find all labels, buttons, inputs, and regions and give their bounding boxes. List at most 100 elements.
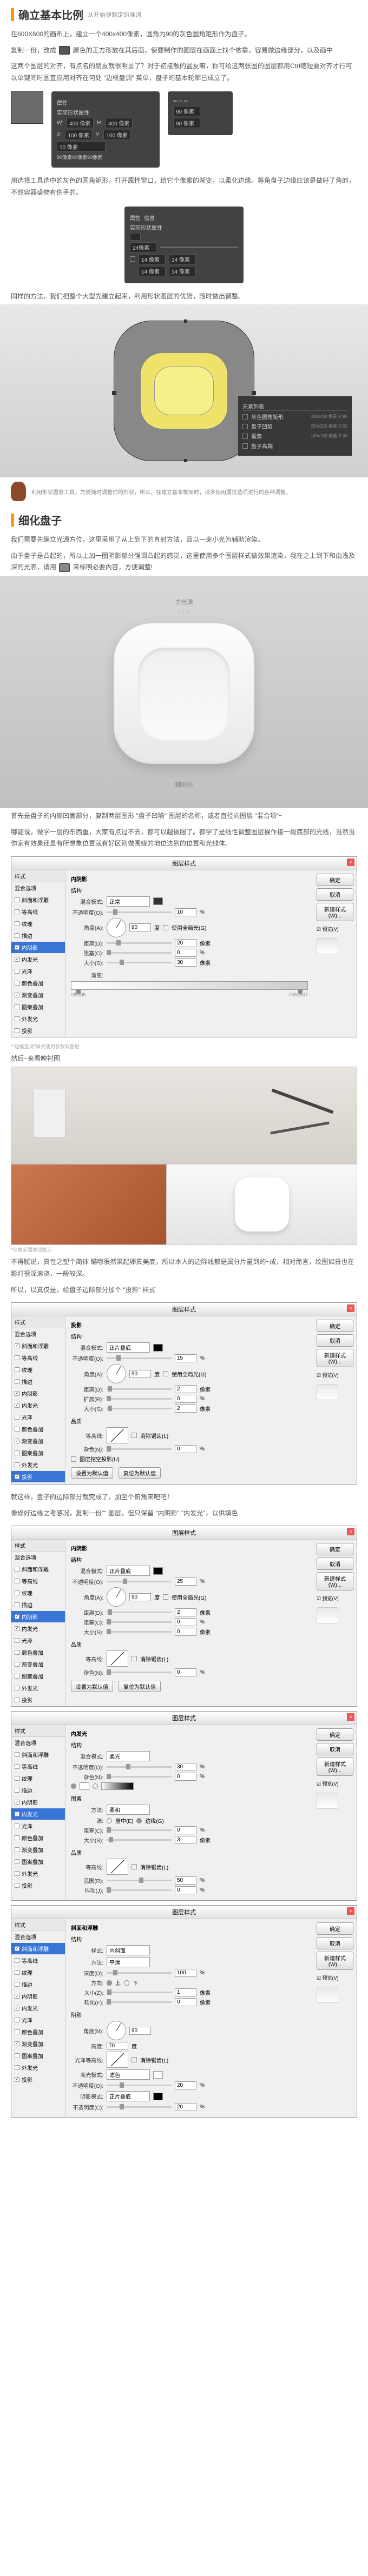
style-item-texture[interactable]: 纹理 [11,1587,65,1599]
x-input[interactable]: 100 像素 [65,130,92,140]
checkbox-icon[interactable] [15,1674,19,1679]
style-item-satin[interactable]: 光泽 [11,1820,65,1832]
size-input[interactable]: 30 [175,958,196,967]
style-item-blend[interactable]: 混合选项 [11,1931,65,1943]
style-item-gradient-overlay[interactable]: ✓渐变叠加 [11,2038,65,2050]
noise-input[interactable]: 0 [175,1668,196,1676]
noise-slider[interactable] [107,1776,172,1778]
choke-input[interactable]: 0 [175,1618,196,1626]
cancel-button[interactable]: 取消 [317,1743,353,1755]
radius-input[interactable]: 14 像素 [139,254,166,264]
depth-input[interactable]: 100 [175,1969,196,1977]
noise-slider[interactable] [107,1672,172,1673]
checkbox-icon[interactable]: ✓ [15,1812,19,1816]
style-item-texture[interactable]: 纹理 [11,1967,65,1979]
angle-dial[interactable] [107,2021,126,2040]
distance-slider[interactable] [107,1612,172,1613]
highlight-mode-select[interactable]: 滤色 [107,2069,150,2080]
checkbox-icon[interactable]: ✓ [15,1800,19,1805]
gradient-stop-icon[interactable] [298,989,303,994]
checkbox-icon[interactable]: ✓ [15,1343,19,1348]
style-item-outer-glow[interactable]: 外发光 [11,1868,65,1880]
style-item-outer-glow[interactable]: 外发光 [11,1682,65,1694]
style-item-color-overlay[interactable]: 颜色叠加 [11,977,65,989]
antialias-checkbox[interactable] [132,1656,137,1661]
checkbox-icon[interactable] [15,981,19,986]
checkbox-icon[interactable] [15,1847,19,1852]
spread-slider[interactable] [107,1398,172,1400]
highlight-opacity-input[interactable]: 20 [175,2081,196,2089]
style-item-gradient-overlay[interactable]: ✓渐变叠加 [11,1435,65,1447]
style-item-color-overlay[interactable]: 颜色叠加 [11,1832,65,1844]
reset-default-button[interactable]: 复位为默认值 [119,1467,161,1479]
color-swatch[interactable] [153,1567,163,1575]
style-select[interactable]: 内斜面 [107,1945,150,1955]
checkbox-icon[interactable] [15,1982,19,1987]
checkbox-icon[interactable]: ✓ [15,1994,19,1999]
size-slider[interactable] [107,1839,172,1841]
style-item-pattern-overlay[interactable]: 图案叠加 [11,1856,65,1868]
style-item-blend[interactable]: 混合选项 [11,882,65,894]
opacity-input[interactable]: 15 [175,1354,196,1362]
style-item-gradient-overlay[interactable]: ✓渐变叠加 [11,989,65,1001]
style-item-drop-shadow[interactable]: 投影 [11,1694,65,1706]
corner-input[interactable]: 90 像素 [173,118,200,128]
distance-input[interactable]: 2 [175,1385,196,1393]
choke-input[interactable]: 0 [175,1826,196,1834]
style-item-inner-glow[interactable]: ✓内发光 [11,2002,65,2014]
checkbox-icon[interactable] [15,1638,19,1643]
style-item-texture[interactable]: 纹理 [11,1364,65,1376]
style-item-blend[interactable]: 混合选项 [11,1737,65,1749]
size-slider[interactable] [107,1408,172,1409]
style-item-drop-shadow[interactable]: 投影 [11,1025,65,1037]
checkbox-icon[interactable] [15,2053,19,2058]
style-item-stroke[interactable]: 描边 [11,1979,65,1991]
checkbox-icon[interactable]: ✓ [15,945,19,950]
checkbox-icon[interactable] [15,1823,19,1828]
style-item-bevel[interactable]: 斜面和浮雕 [11,1563,65,1575]
preview-checkbox-label[interactable]: ☑ 预览(V) [317,1780,353,1787]
style-item-pattern-overlay[interactable]: 图案叠加 [11,1001,65,1013]
checkbox-icon[interactable]: ✓ [15,2041,19,2046]
opacity-input[interactable]: 25 [175,1577,196,1586]
color-radio[interactable] [71,1783,76,1789]
close-icon[interactable]: × [347,858,354,866]
style-item-outer-glow[interactable]: 外发光 [11,1459,65,1471]
opacity-slider[interactable] [107,1581,172,1582]
checkbox-icon[interactable]: ✓ [15,1439,19,1443]
checkbox-icon[interactable] [15,897,19,902]
radius-input[interactable]: 14 像素 [139,266,166,276]
depth-slider[interactable] [107,1972,172,1974]
checkbox-icon[interactable]: ✓ [15,1474,19,1479]
style-item-contour[interactable]: 等高线 [11,1955,65,1967]
opacity-input[interactable]: 30 [175,1763,196,1771]
width-input[interactable]: 400 像素 [67,118,94,128]
style-item-bevel[interactable]: ✓斜面和浮雕 [11,1943,65,1955]
style-item-bevel[interactable]: ✓斜面和浮雕 [11,1340,65,1352]
corner-input[interactable]: 90 像素 [173,106,200,116]
checkbox-icon[interactable] [15,1462,19,1467]
contour-picker[interactable] [107,1859,128,1875]
style-item-inner-glow[interactable]: ✓内发光 [11,1400,65,1412]
technique-select[interactable]: 柔和 [107,1805,150,1815]
highlight-opacity-slider[interactable] [107,2085,172,2086]
checkbox-icon[interactable] [15,1752,19,1757]
angle-input[interactable]: 90 [129,1370,151,1378]
checkbox-icon[interactable] [15,921,19,926]
technique-select[interactable]: 平滑 [107,1957,150,1967]
style-item-drop-shadow[interactable]: ✓投影 [11,2074,65,2086]
checkbox-icon[interactable] [15,2065,19,2070]
cancel-button[interactable]: 取消 [317,1334,353,1347]
style-item-gradient-overlay[interactable]: 渐变叠加 [11,1844,65,1856]
checkbox-icon[interactable] [15,1602,19,1607]
soften-slider[interactable] [107,2001,172,2003]
style-item-gradient-overlay[interactable]: 渐变叠加 [11,1659,65,1670]
cancel-button[interactable]: 取消 [317,1937,353,1949]
style-item-satin[interactable]: 光泽 [11,1635,65,1647]
blend-mode-select[interactable]: 正片叠底 [107,1342,150,1353]
source-edge-radio[interactable] [136,1818,142,1823]
angle-input[interactable]: 90 [129,923,151,931]
size-slider[interactable] [107,1992,172,1993]
close-icon[interactable]: × [347,1528,354,1535]
style-item-stroke[interactable]: 描边 [11,930,65,942]
